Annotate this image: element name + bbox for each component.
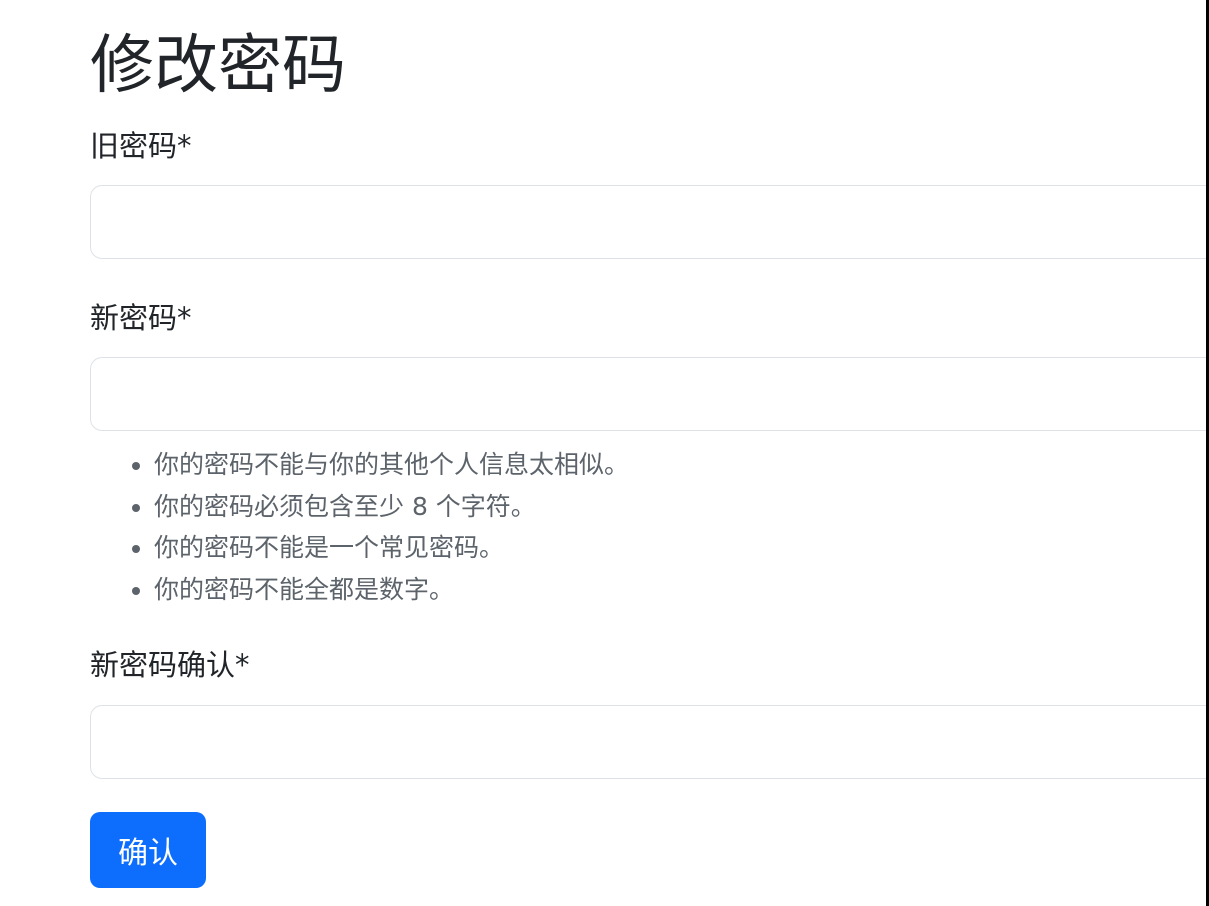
new-password-label: 新密码* (90, 301, 192, 335)
page-title: 修改密码 (90, 29, 346, 103)
old-password-input[interactable] (90, 185, 1206, 259)
help-item: 你的密码不能与你的其他个人信息太相似。 (154, 444, 629, 486)
new-password-input[interactable] (90, 357, 1206, 431)
old-password-label: 旧密码* (90, 129, 192, 163)
confirm-password-label: 新密码确认* (90, 648, 250, 682)
help-item: 你的密码必须包含至少 8 个字符。 (154, 486, 629, 528)
change-password-form: 修改密码 旧密码* 新密码* 你的密码不能与你的其他个人信息太相似。 你的密码必… (90, 0, 1206, 906)
confirm-password-input[interactable] (90, 705, 1206, 779)
submit-button[interactable]: 确认 (90, 812, 206, 888)
password-help-list: 你的密码不能与你的其他个人信息太相似。 你的密码必须包含至少 8 个字符。 你的… (90, 444, 629, 610)
help-item: 你的密码不能全都是数字。 (154, 569, 629, 611)
help-item: 你的密码不能是一个常见密码。 (154, 527, 629, 569)
